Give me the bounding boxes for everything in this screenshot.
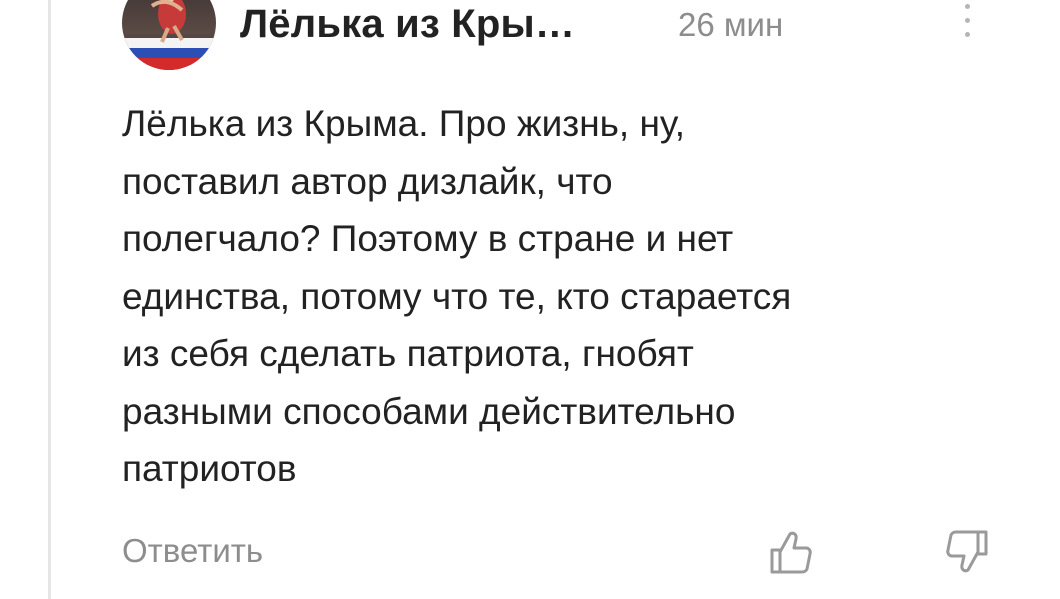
- avatar-image: [122, 0, 216, 70]
- thumbs-up-icon: [770, 531, 812, 574]
- author-name[interactable]: Лёлька из Кры…: [240, 2, 575, 47]
- like-button[interactable]: [762, 524, 818, 580]
- thread-line: [48, 0, 51, 599]
- comment-card: Лёлька из Кры… 26 мин Лёлька из Крыма. П…: [122, 0, 1012, 599]
- avatar[interactable]: [122, 0, 216, 70]
- reply-button[interactable]: Ответить: [122, 532, 263, 570]
- comment-time: 26 мин: [678, 6, 784, 43]
- comment-actions: Ответить: [122, 520, 1012, 584]
- more-vertical-icon[interactable]: [956, 2, 980, 42]
- comment-header: Лёлька из Кры… 26 мин: [122, 0, 1012, 70]
- comment-text: Лёлька из Крыма. Про жизнь, ну, поставил…: [122, 103, 792, 489]
- thumbs-down-icon: [946, 530, 988, 573]
- dislike-button[interactable]: [940, 524, 996, 580]
